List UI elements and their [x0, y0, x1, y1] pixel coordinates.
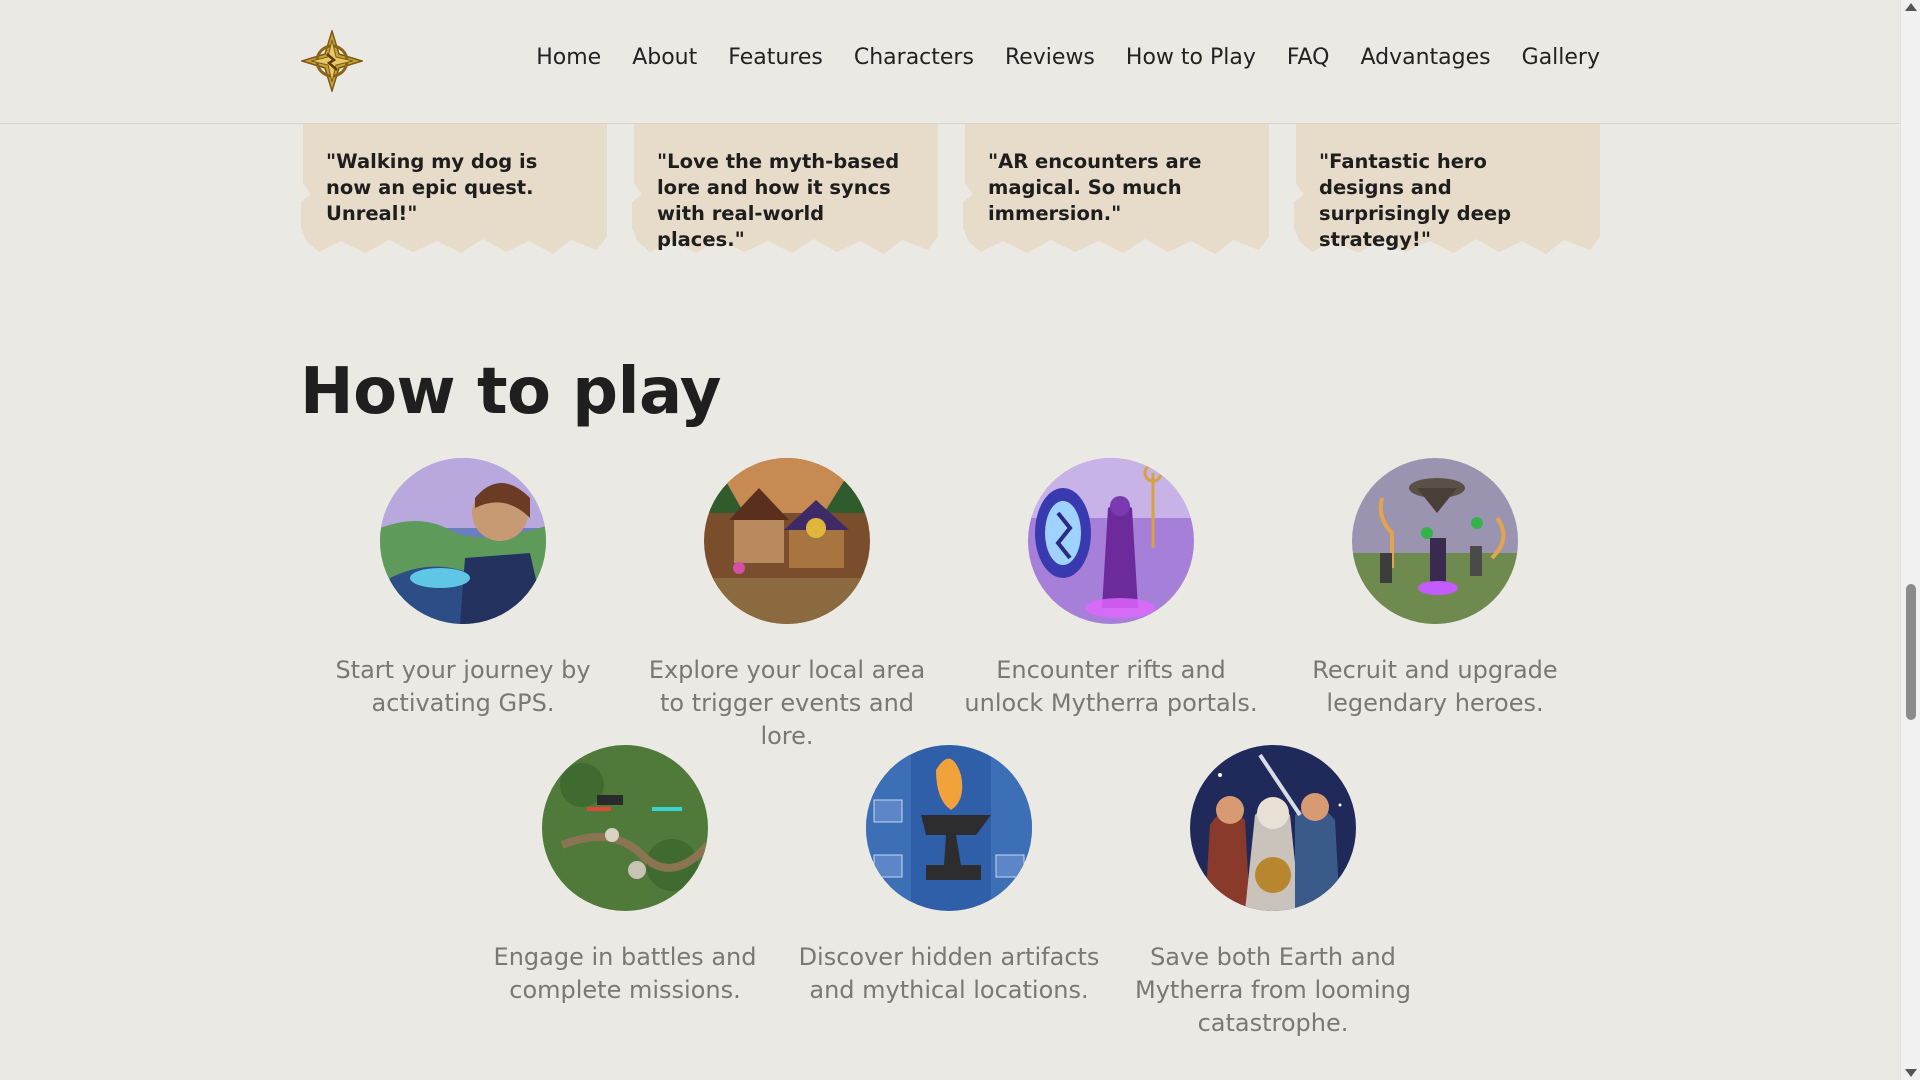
nav-faq[interactable]: FAQ [1287, 45, 1330, 70]
site-header: Home About Features Characters Reviews H… [0, 0, 1900, 124]
step-card: Save both Earth and Mytherra from loomin… [1113, 745, 1433, 1040]
review-quote: "AR encounters are magical. So much imme… [988, 150, 1202, 225]
heroes-on-floating-island-illustration [1352, 458, 1518, 624]
review-card: "Love the myth-based lore and how it syn… [632, 124, 938, 254]
nav-characters[interactable]: Characters [854, 45, 974, 70]
compass-star-logo[interactable] [299, 28, 365, 94]
scroll-down-arrow-icon[interactable] [1905, 1069, 1917, 1077]
step-card: Discover hidden artifacts and mythical l… [789, 745, 1109, 1007]
review-card: "Fantastic hero designs and surprisingly… [1294, 124, 1600, 254]
review-quote: "Love the myth-based lore and how it syn… [657, 150, 900, 251]
review-card: "Walking my dog is now an epic quest. Un… [301, 124, 607, 254]
nav-features[interactable]: Features [728, 45, 823, 70]
nav-gallery[interactable]: Gallery [1522, 45, 1600, 70]
step-text: Save both Earth and Mytherra from loomin… [1135, 943, 1411, 1037]
step-card: Encounter rifts and unlock Mytherra port… [951, 458, 1271, 720]
page-scrollbar[interactable] [1900, 0, 1920, 1080]
step-text: Discover hidden artifacts and mythical l… [798, 943, 1100, 1004]
step-text: Start your journey by activating GPS. [335, 656, 591, 717]
scroll-up-arrow-icon[interactable] [1905, 3, 1917, 11]
step-card: Start your journey by activating GPS. [303, 458, 623, 720]
main-nav: Home About Features Characters Reviews H… [536, 45, 1600, 70]
nav-reviews[interactable]: Reviews [1005, 45, 1095, 70]
nav-about[interactable]: About [632, 45, 697, 70]
battle-map-illustration [542, 745, 708, 911]
step-card: Recruit and upgrade legendary heroes. [1275, 458, 1595, 720]
scroll-thumb[interactable] [1906, 584, 1916, 720]
reviews-strip: "Walking my dog is now an epic quest. Un… [301, 124, 1601, 254]
review-quote: "Fantastic hero designs and surprisingly… [1319, 150, 1512, 251]
purple-portal-illustration [1028, 458, 1194, 624]
how-to-play-title: How to play [300, 355, 721, 429]
anvil-forge-illustration [866, 745, 1032, 911]
hero-with-map-illustration [380, 458, 546, 624]
nav-how-to-play[interactable]: How to Play [1126, 45, 1256, 70]
hero-party-illustration [1190, 745, 1356, 911]
fantasy-village-illustration [704, 458, 870, 624]
step-text: Encounter rifts and unlock Mytherra port… [964, 656, 1258, 717]
step-text: Recruit and upgrade legendary heroes. [1312, 656, 1558, 717]
step-text: Explore your local area to trigger event… [648, 656, 926, 750]
step-text: Engage in battles and complete missions. [493, 943, 757, 1004]
review-quote: "Walking my dog is now an epic quest. Un… [326, 150, 538, 225]
nav-advantages[interactable]: Advantages [1360, 45, 1490, 70]
nav-home[interactable]: Home [536, 45, 601, 70]
step-card: Engage in battles and complete missions. [465, 745, 785, 1007]
step-card: Explore your local area to trigger event… [627, 458, 947, 753]
review-card: "AR encounters are magical. So much imme… [963, 124, 1269, 254]
